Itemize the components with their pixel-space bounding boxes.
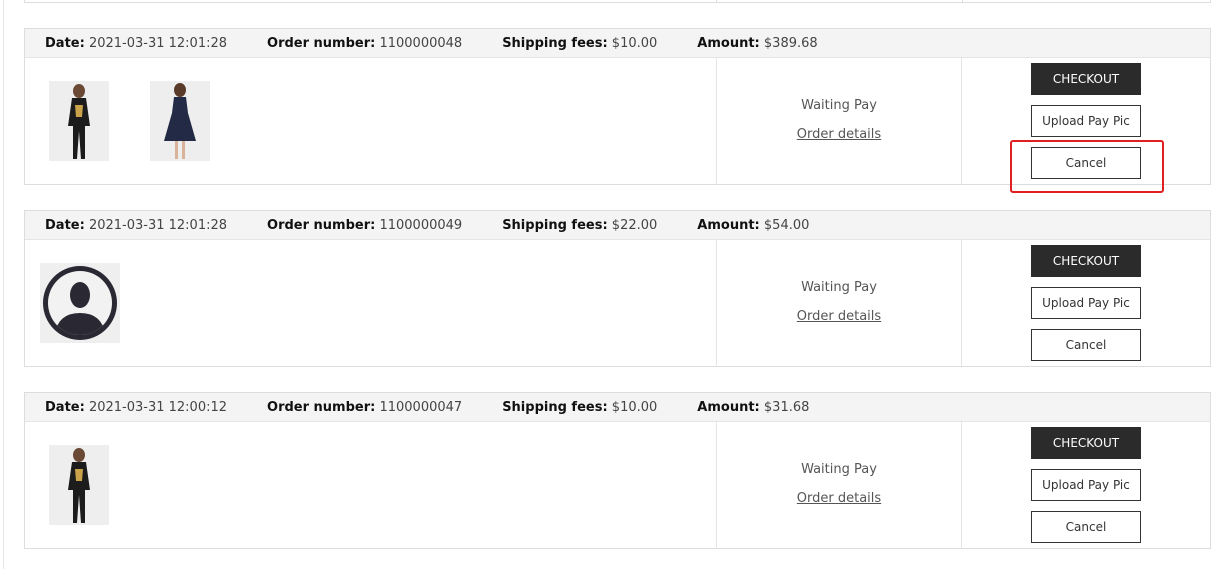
order-status-column: Waiting Pay Order details xyxy=(716,58,962,184)
order-amount: Amount: $54.00 xyxy=(697,217,810,233)
order-details-link[interactable]: Order details xyxy=(717,491,961,506)
checkout-button[interactable]: CHECKOUT xyxy=(1031,63,1141,95)
order-actions: CHECKOUT Upload Pay Pic Cancel xyxy=(962,240,1210,366)
order-products xyxy=(25,422,716,548)
upload-pay-pic-button[interactable]: Upload Pay Pic xyxy=(1031,469,1141,501)
order-card: Date: 2021-03-31 12:01:28 Order number: … xyxy=(24,210,1211,367)
order-products xyxy=(25,58,716,184)
upload-pay-pic-button[interactable]: Upload Pay Pic xyxy=(1031,105,1141,137)
user-avatar-placeholder-icon[interactable] xyxy=(40,263,120,343)
navy-dress-product-image[interactable] xyxy=(150,81,210,161)
order-date: Date: 2021-03-31 12:01:28 xyxy=(45,217,228,233)
order-amount: Amount: $31.68 xyxy=(697,399,810,415)
cancel-highlight-annotation xyxy=(1010,140,1164,193)
cancel-button[interactable]: Cancel xyxy=(1031,511,1141,543)
upload-pay-pic-button[interactable]: Upload Pay Pic xyxy=(1031,287,1141,319)
order-date: Date: 2021-03-31 12:00:12 xyxy=(45,399,228,415)
order-header: Date: 2021-03-31 12:00:12 Order number: … xyxy=(25,393,1210,422)
black-outfit-product-image[interactable] xyxy=(49,445,109,525)
previous-order-bottom xyxy=(24,0,1211,3)
order-number: Order number: 1100000049 xyxy=(267,217,463,233)
order-status: Waiting Pay xyxy=(801,462,877,477)
order-card: Date: 2021-03-31 12:00:12 Order number: … xyxy=(24,392,1211,549)
order-status-column: Waiting Pay Order details xyxy=(716,422,962,548)
order-date: Date: 2021-03-31 12:01:28 xyxy=(45,35,228,51)
order-status: Waiting Pay xyxy=(801,280,877,295)
page-left-border xyxy=(3,0,4,569)
cancel-button[interactable]: Cancel xyxy=(1031,329,1141,361)
order-actions: CHECKOUT Upload Pay Pic Cancel xyxy=(962,422,1210,548)
order-amount: Amount: $389.68 xyxy=(697,35,818,51)
order-header: Date: 2021-03-31 12:01:28 Order number: … xyxy=(25,211,1210,240)
order-number: Order number: 1100000048 xyxy=(267,35,463,51)
order-status: Waiting Pay xyxy=(801,98,877,113)
order-shipping-fees: Shipping fees: $22.00 xyxy=(502,217,658,233)
order-status-column: Waiting Pay Order details xyxy=(716,240,962,366)
checkout-button[interactable]: CHECKOUT xyxy=(1031,427,1141,459)
order-shipping-fees: Shipping fees: $10.00 xyxy=(502,35,658,51)
order-header: Date: 2021-03-31 12:01:28 Order number: … xyxy=(25,29,1210,58)
order-shipping-fees: Shipping fees: $10.00 xyxy=(502,399,658,415)
order-products xyxy=(25,240,716,366)
black-outfit-product-image[interactable] xyxy=(49,81,109,161)
order-details-link[interactable]: Order details xyxy=(717,127,961,142)
order-details-link[interactable]: Order details xyxy=(717,309,961,324)
order-number: Order number: 1100000047 xyxy=(267,399,463,415)
checkout-button[interactable]: CHECKOUT xyxy=(1031,245,1141,277)
